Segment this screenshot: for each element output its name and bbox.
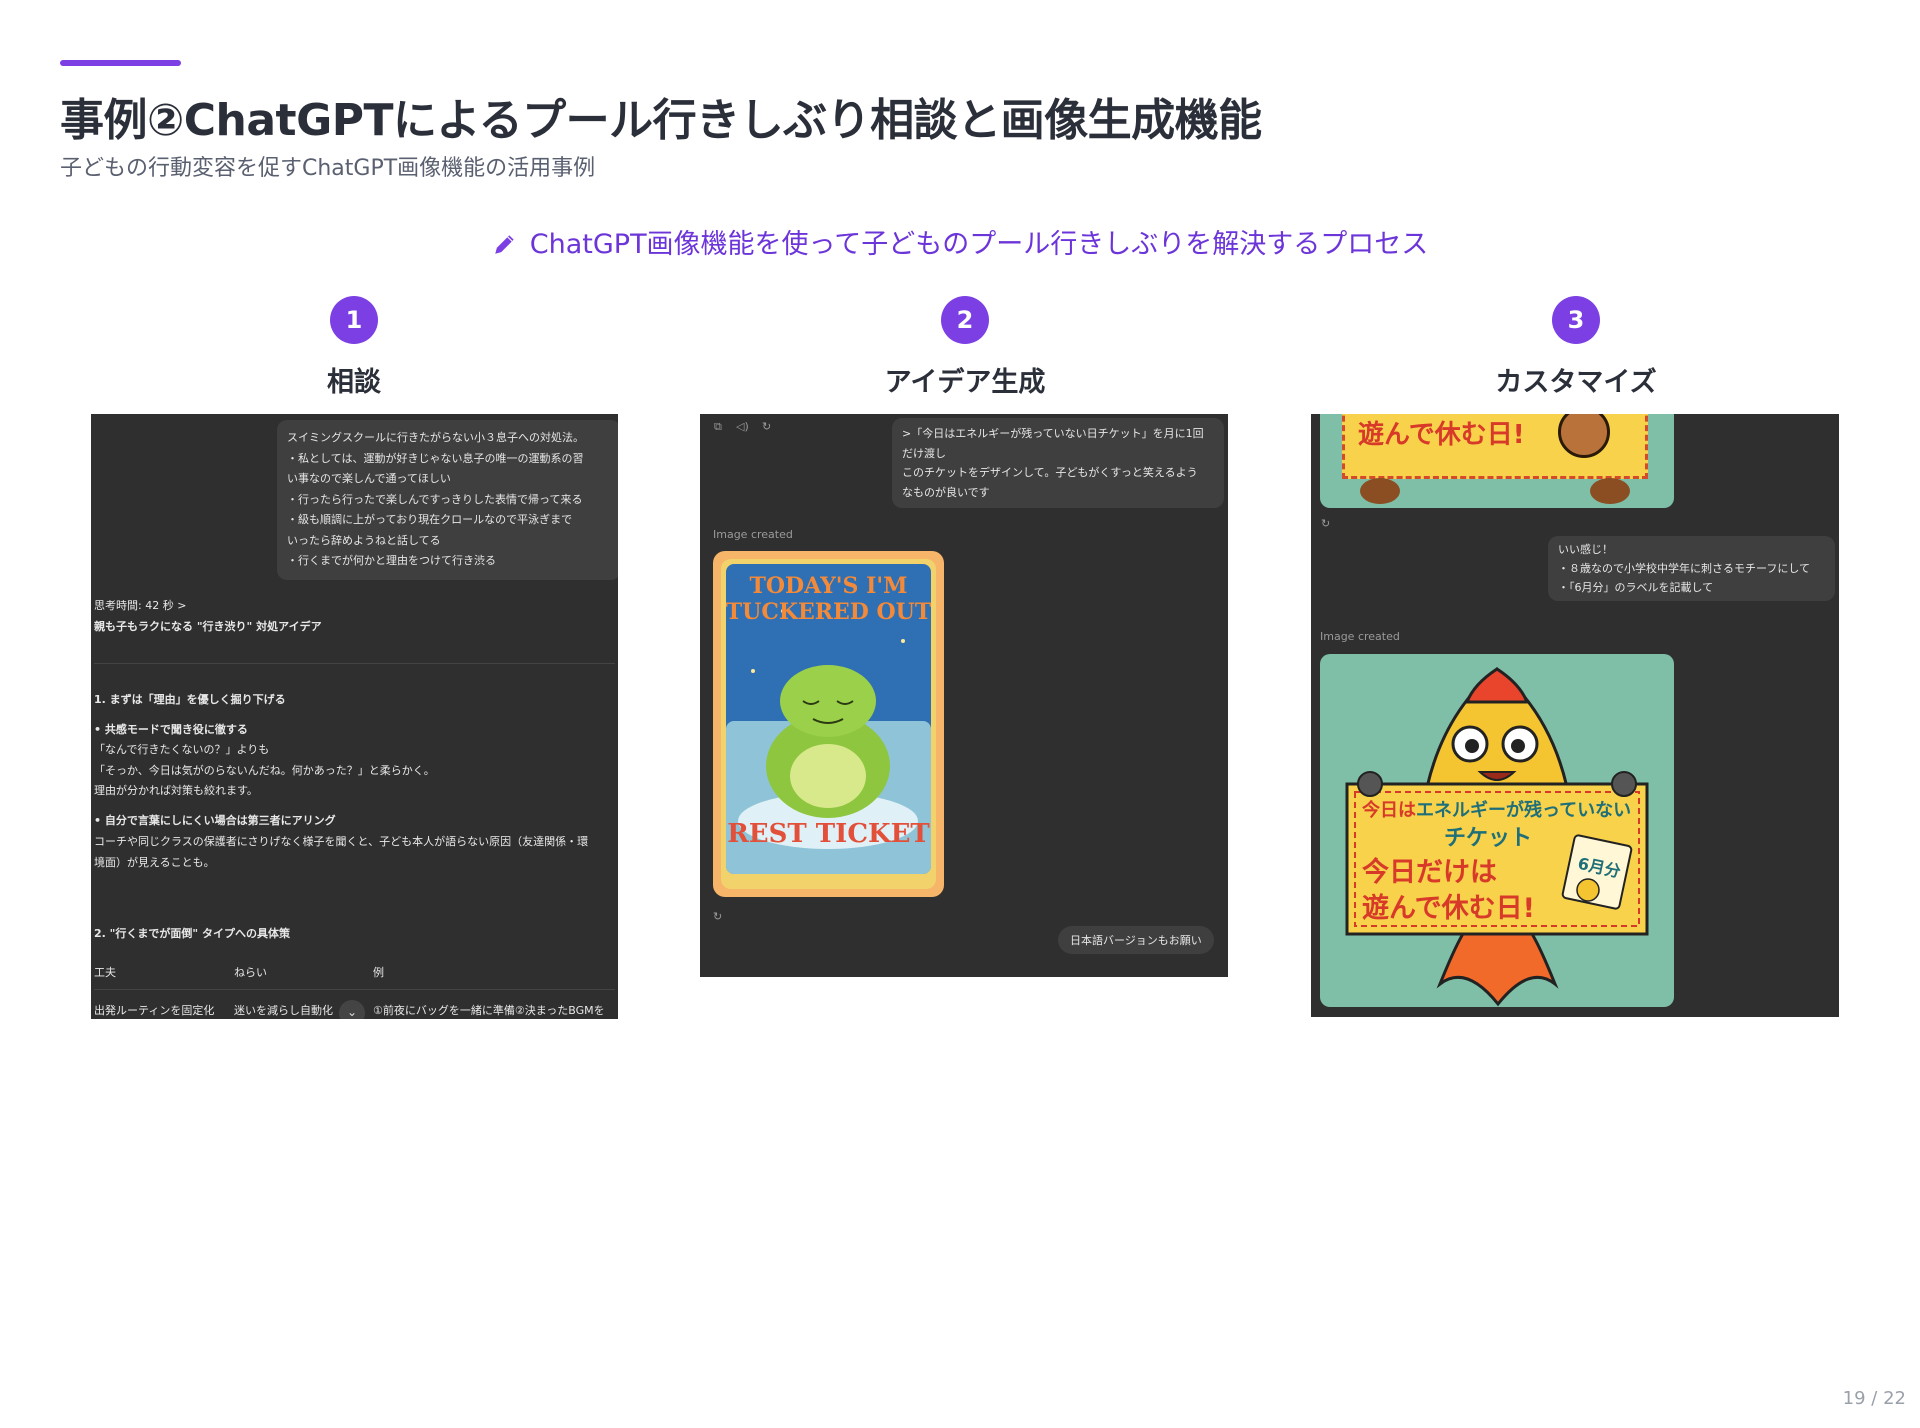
body-line: 「そっか、今日は気がのらないんだね。何かあった？」と柔らかく。 xyxy=(94,764,435,777)
rest-ticket-image[interactable]: TODAY'S I'M TUCKERED OUT REST TICKET xyxy=(713,551,944,897)
bubble-line: ・８歳なので小学校中学年に刺さるモチーフにして xyxy=(1558,562,1811,575)
bullet-line: • 自分で言葉にしにくい場合は第三者にアリング xyxy=(94,814,336,827)
consultation-screenshot: スイミングスクールに行きたがらない小３息子への対処法。 ・私としては、運動が好き… xyxy=(91,414,618,1019)
table-header: ねらい xyxy=(234,966,267,979)
idea-generation-screenshot: ⧉ ◁) ↻ >「今日はエネルギーが残っていない日チケット」を月に1回 だけ渡し… xyxy=(700,414,1228,977)
user-message-bubble: >「今日はエネルギーが残っていない日チケット」を月に1回 だけ渡し このチケット… xyxy=(892,418,1224,508)
step-label: カスタマイズ xyxy=(1495,367,1657,398)
customization-screenshot: 遊んで休む日! ↻ いい感じ！ ・８歳なので小学校中学年に刺さるモチーフにして … xyxy=(1311,414,1839,1017)
bear-foot xyxy=(1590,478,1630,504)
sign-text: 今日は xyxy=(1362,800,1416,821)
regenerate-icon[interactable]: ↻ xyxy=(762,420,771,433)
bubble-line: スイミングスクールに行きたがらない小３息子への対処法。 xyxy=(287,431,584,444)
divider xyxy=(94,663,615,664)
process-text: ChatGPT画像機能を使って子どものプール行きしぶりを解決するプロセス xyxy=(529,229,1429,260)
ticket-title: TODAY'S I'M TUCKERED OUT xyxy=(713,573,944,625)
table-cell: 迷いを減らし自動化 xyxy=(234,1004,333,1017)
table-divider xyxy=(94,989,615,990)
speaker-icon[interactable]: ◁) xyxy=(736,420,749,433)
rocket-ticket-image[interactable]: 今日はエネルギーが残っていない チケット 今日だけは 遊んで休む日! 6月分 xyxy=(1320,654,1674,1007)
bubble-line: だけ渡し xyxy=(902,446,946,460)
user-message-bubble: いい感じ！ ・８歳なので小学校中学年に刺さるモチーフにして ・「6月分」のラベル… xyxy=(1548,536,1835,601)
scroll-down-icon[interactable]: ⌄ xyxy=(339,1000,365,1019)
pencil-icon xyxy=(495,235,514,254)
table-header: 例 xyxy=(373,966,384,979)
bubble-line: ・行ったら行ったで楽しんですっきりした表情で帰って来る xyxy=(287,492,583,506)
user-message-bubble: スイミングスクールに行きたがらない小３息子への対処法。 ・私としては、運動が好き… xyxy=(277,420,618,580)
step-number-badge: 1 xyxy=(330,296,378,344)
table-cell: 出発ルーティンを固定化 xyxy=(94,1004,215,1017)
ticket-bottom-text: REST TICKET xyxy=(727,819,930,849)
response-heading: 親も子もラクになる "行き渋り" 対処アイデア xyxy=(94,620,322,633)
bubble-line: いい感じ！ xyxy=(1558,543,1613,556)
body-line: 理由が分かれば対策も絞れます。 xyxy=(94,784,258,797)
step-3: 3 カスタマイズ xyxy=(1311,296,1841,399)
sign-text: エネルギーが残っていない xyxy=(1416,800,1632,821)
page-number: 19 / 22 xyxy=(1842,1388,1906,1409)
process-heading: ChatGPT画像機能を使って子どものプール行きしぶりを解決するプロセス xyxy=(0,222,1920,261)
bubble-line: ・「6月分」のラベルを記載して xyxy=(1558,581,1714,594)
previous-ticket-image[interactable]: 遊んで休む日! xyxy=(1320,414,1674,508)
user-followup-bubble: 日本語バージョンもお願い xyxy=(1058,926,1214,954)
bubble-line: なものが良いです xyxy=(902,485,990,499)
step-label: 相談 xyxy=(327,367,381,398)
sign-line-1: 今日はエネルギーが残っていない xyxy=(1362,796,1631,822)
bubble-line: ・級も順調に上がっており現在クロールなので平泳ぎまで xyxy=(287,513,573,526)
copy-icon[interactable]: ⧉ xyxy=(714,420,722,434)
body-line: コーチや同じクラスの保護者にさりげなく様子を聞くと、子ども本人が語らない原因（友… xyxy=(94,835,589,848)
image-created-label: Image created xyxy=(1320,630,1400,643)
regenerate-icon[interactable]: ↻ xyxy=(713,910,722,923)
bubble-line: いったら辞めようねと話してる xyxy=(287,533,441,547)
step-number-badge: 3 xyxy=(1552,296,1600,344)
step-2: 2 アイデア生成 xyxy=(700,296,1230,399)
body-line: 境面）が見えることも。 xyxy=(94,856,215,869)
page-subtitle: 子どもの行動変容を促すChatGPT画像機能の活用事例 xyxy=(60,156,596,181)
bullet-line: • 共感モードで聞き役に徹する xyxy=(94,723,248,736)
title-accent-bar xyxy=(60,60,181,66)
sign-line-2: チケット xyxy=(1444,826,1533,851)
ticket-title-line: TODAY'S I'M xyxy=(749,573,908,599)
bubble-line: い事なので楽しんで通ってほしい xyxy=(287,472,451,485)
section-1-title: 1. まずは「理由」を優しく掘り下げる xyxy=(94,693,286,706)
bubble-line: ・私としては、運動が好きじゃない息子の唯一の運動系の習 xyxy=(287,451,584,465)
bear-foot xyxy=(1360,478,1400,504)
body-line: 「なんで行きたくないの？」よりも xyxy=(94,743,270,756)
sign-line-4: 遊んで休む日! xyxy=(1362,893,1535,924)
table-cell: ①前夜にバッグを一緒に準備②決まったBGMを xyxy=(373,1004,605,1017)
step-number-badge: 2 xyxy=(941,296,989,344)
sign-line-3: 今日だけは xyxy=(1362,857,1497,888)
ticket-title-line: TUCKERED OUT xyxy=(725,599,932,625)
table-header: 工夫 xyxy=(94,966,116,979)
step-1: 1 相談 xyxy=(89,296,619,399)
regenerate-icon[interactable]: ↻ xyxy=(1321,517,1330,530)
ticket-text: 遊んで休む日! xyxy=(1358,420,1525,450)
image-created-label: Image created xyxy=(713,528,793,541)
section-2-title: 2. "行くまでが面倒" タイプへの具体策 xyxy=(94,927,290,940)
step-label: アイデア生成 xyxy=(884,367,1046,398)
page-title: 事例②ChatGPTによるプール行きしぶり相談と画像生成機能 xyxy=(60,95,1262,146)
thinking-time-toggle[interactable]: 思考時間: 42 秒 > xyxy=(94,597,186,613)
bubble-line: ・行くまでが何かと理由をつけて行き渋る xyxy=(287,554,496,567)
bubble-line: >「今日はエネルギーが残っていない日チケット」を月に1回 xyxy=(902,427,1204,440)
bubble-line: このチケットをデザインして。子どもがくすっと笑えるよう xyxy=(902,466,1198,479)
